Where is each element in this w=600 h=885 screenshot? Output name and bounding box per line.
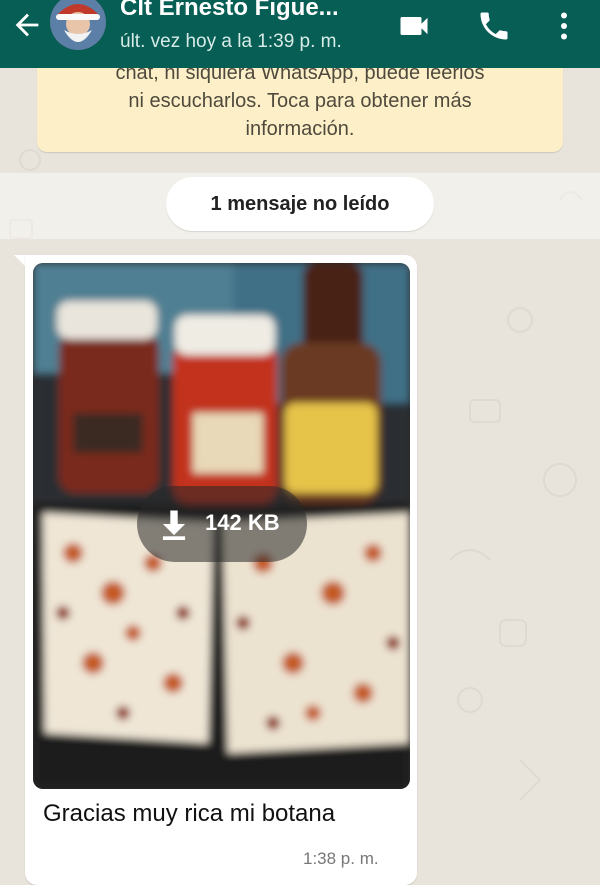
contact-avatar[interactable] <box>50 0 106 50</box>
more-options-icon[interactable] <box>546 8 582 44</box>
download-size: 142 KB <box>205 510 280 535</box>
voice-call-icon[interactable] <box>476 8 512 44</box>
chat-header: Clt Ernesto Figue... últ. vez hoy a la 1… <box>0 0 600 68</box>
video-call-icon[interactable] <box>396 8 432 44</box>
download-button[interactable]: 142 KB <box>137 486 307 562</box>
back-arrow-icon[interactable] <box>10 8 44 42</box>
message-timestamp: 1:38 p. m. <box>303 849 379 868</box>
download-arrow-icon <box>162 510 186 540</box>
incoming-image-message[interactable]: 142 KB <box>25 255 417 885</box>
notice-line: información. <box>245 118 355 140</box>
contact-name[interactable]: Clt Ernesto Figue... <box>120 0 339 22</box>
notice-line: ni escucharlos. Toca para obtener más <box>128 90 472 112</box>
message-caption: Gracias muy rica mi botana <box>43 800 336 827</box>
unread-messages-badge: 1 mensaje no leído <box>166 177 434 231</box>
last-seen-status[interactable]: últ. vez hoy a la 1:39 p. m. <box>120 31 342 53</box>
